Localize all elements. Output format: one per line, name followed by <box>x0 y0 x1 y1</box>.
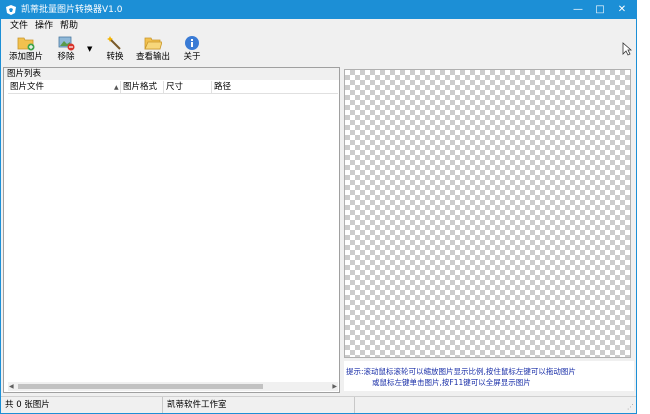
column-header-file[interactable]: 图片文件 ▲ <box>8 81 121 94</box>
scroll-left-icon[interactable]: ◀ <box>9 382 14 391</box>
menu-bar: 文件 操作 帮助 <box>1 19 636 33</box>
menu-help[interactable]: 帮助 <box>60 21 78 32</box>
preview-hint: 提示:滚动鼠标滚轮可以缩放图片显示比例,按住鼠标左键可以拖动图片 或鼠标左键单击… <box>344 361 634 391</box>
status-extra <box>355 397 625 413</box>
horizontal-scrollbar[interactable]: ◀ ▶ <box>8 382 338 391</box>
minimize-button[interactable]: — <box>567 1 589 19</box>
info-icon <box>185 36 199 50</box>
hint-line-2: 或鼠标左键单击图片,按F11键可以全屏显示图片 <box>372 378 531 387</box>
scrollbar-thumb[interactable] <box>18 384 263 389</box>
main-window: 凯蒂批量图片转换器V1.0 — □ ✕ 文件 操作 帮助 添加图片 移除 ▼ 转… <box>0 0 637 414</box>
about-button[interactable]: 关于 <box>181 35 203 63</box>
close-button[interactable]: ✕ <box>611 1 633 19</box>
mouse-cursor-icon <box>622 42 632 56</box>
add-folder-icon <box>17 37 35 51</box>
convert-button[interactable]: 转换 <box>104 35 126 63</box>
image-preview-area[interactable] <box>344 69 631 358</box>
remove-image-icon <box>58 36 75 51</box>
open-folder-icon <box>144 37 162 50</box>
view-output-button[interactable]: 查看输出 <box>136 35 170 63</box>
hint-line-1: 提示:滚动鼠标滚轮可以缩放图片显示比例,按住鼠标左键可以拖动图片 <box>346 367 576 376</box>
menu-file[interactable]: 文件 <box>10 21 28 32</box>
title-bar[interactable]: 凯蒂批量图片转换器V1.0 — □ ✕ <box>1 1 636 19</box>
magic-wand-icon <box>107 36 121 50</box>
maximize-button[interactable]: □ <box>589 1 611 19</box>
toolbar: 添加图片 移除 ▼ 转换 查看输出 关于 <box>1 33 636 67</box>
convert-label: 转换 <box>106 52 124 62</box>
list-header: 图片文件 ▲ 图片格式 尺寸 路径 <box>8 81 338 94</box>
resize-grip-icon[interactable]: ⋰ <box>627 403 634 411</box>
image-list-title: 图片列表 <box>4 68 339 80</box>
column-file-label: 图片文件 <box>10 82 45 92</box>
status-image-count: 共 0 张图片 <box>1 397 163 413</box>
remove-button[interactable]: 移除 <box>55 35 77 63</box>
add-image-button[interactable]: 添加图片 <box>9 35 43 63</box>
window-title: 凯蒂批量图片转换器V1.0 <box>21 5 123 15</box>
add-image-label: 添加图片 <box>9 52 44 62</box>
sort-ascending-icon: ▲ <box>114 84 119 91</box>
image-list-body[interactable] <box>8 95 338 375</box>
status-studio: 凯蒂软件工作室 <box>163 397 355 413</box>
column-header-format[interactable]: 图片格式 <box>121 81 164 94</box>
about-label: 关于 <box>183 52 201 62</box>
view-output-label: 查看输出 <box>136 52 171 62</box>
status-bar: 共 0 张图片 凯蒂软件工作室 ⋰ <box>1 396 636 413</box>
image-list-panel: 图片列表 图片文件 ▲ 图片格式 尺寸 路径 ◀ ▶ <box>3 67 340 393</box>
remove-dropdown-arrow-icon[interactable]: ▼ <box>87 45 92 53</box>
column-header-path[interactable]: 路径 <box>212 81 338 94</box>
menu-operation[interactable]: 操作 <box>35 21 53 32</box>
app-logo-icon <box>6 5 16 15</box>
column-header-size[interactable]: 尺寸 <box>164 81 212 94</box>
scroll-right-icon[interactable]: ▶ <box>332 382 337 391</box>
remove-label: 移除 <box>57 52 75 62</box>
